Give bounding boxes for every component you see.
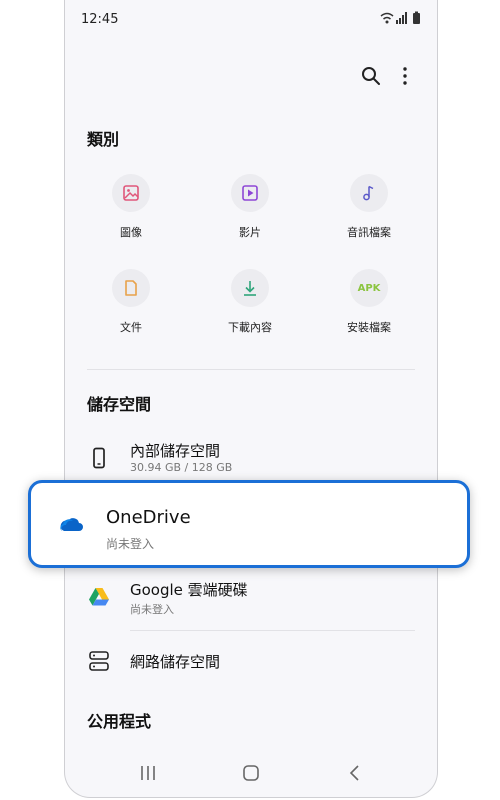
- recent-apps-icon[interactable]: [136, 761, 160, 785]
- back-icon[interactable]: [343, 761, 367, 785]
- server-icon: [89, 651, 109, 671]
- phone-icon: [93, 447, 105, 469]
- network-storage-label: 網路儲存空間: [130, 653, 221, 671]
- category-label: 音訊檔案: [347, 226, 391, 239]
- onedrive-cloud-icon: [60, 518, 83, 531]
- music-icon: [363, 185, 374, 201]
- category-label: 安裝檔案: [347, 321, 391, 334]
- category-videos[interactable]: 影片: [200, 174, 300, 240]
- image-icon: [123, 185, 139, 201]
- category-audio[interactable]: 音訊檔案: [319, 174, 419, 240]
- item-divider: [130, 630, 415, 631]
- category-label: 影片: [239, 226, 261, 239]
- storage-title: 儲存空間: [87, 395, 152, 414]
- apk-icon: APK: [357, 282, 381, 294]
- category-images[interactable]: 圖像: [81, 174, 181, 240]
- category-label: 圖像: [120, 226, 142, 239]
- internal-storage-item[interactable]: 內部儲存空間 30.94 GB / 128 GB: [65, 436, 437, 480]
- network-storage-item[interactable]: 網路儲存空間: [65, 646, 437, 676]
- onedrive-status: 尚未登入: [106, 537, 155, 551]
- category-downloads[interactable]: 下載內容: [200, 269, 300, 335]
- internal-storage-label: 內部儲存空間: [130, 442, 221, 460]
- phone-screen: 12:45 類別 圖像 影片 音訊檔案 文件 下載內容 APK 安裝檔案 儲存空…: [64, 0, 438, 798]
- onedrive-item[interactable]: OneDrive 尚未登入: [28, 480, 470, 568]
- apps-title: 公用程式: [87, 712, 152, 731]
- google-drive-status: 尚未登入: [130, 603, 174, 616]
- wifi-icon: [380, 12, 394, 24]
- category-label: 文件: [120, 321, 142, 334]
- internal-storage-usage: 30.94 GB / 128 GB: [130, 461, 233, 474]
- category-label: 下載內容: [228, 321, 272, 334]
- navigation-bar: [65, 747, 437, 797]
- search-icon[interactable]: [361, 66, 381, 86]
- signal-icon: [396, 12, 407, 24]
- video-icon: [242, 185, 258, 201]
- download-icon: [244, 281, 256, 296]
- google-drive-item[interactable]: Google 雲端硬碟 尚未登入: [65, 576, 437, 622]
- battery-icon: [413, 11, 420, 24]
- status-icons: [380, 11, 420, 24]
- document-icon: [125, 280, 137, 296]
- status-time: 12:45: [81, 12, 119, 27]
- categories-title: 類別: [87, 130, 120, 149]
- google-drive-icon: [89, 588, 109, 606]
- section-divider: [87, 369, 415, 370]
- onedrive-label: OneDrive: [106, 507, 191, 528]
- status-bar: 12:45: [65, 0, 437, 40]
- more-options-icon[interactable]: [395, 66, 415, 86]
- google-drive-label: Google 雲端硬碟: [130, 581, 248, 599]
- category-documents[interactable]: 文件: [81, 269, 181, 335]
- home-icon[interactable]: [239, 761, 263, 785]
- category-install-files[interactable]: APK 安裝檔案: [319, 269, 419, 335]
